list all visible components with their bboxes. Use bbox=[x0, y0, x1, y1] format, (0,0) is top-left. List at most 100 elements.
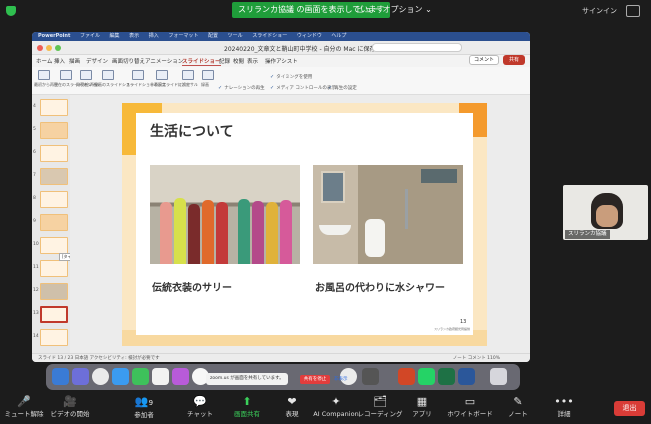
rehearse-icon[interactable] bbox=[182, 70, 194, 80]
facetime-icon[interactable] bbox=[132, 368, 149, 385]
slide-thumbnail-pane[interactable]: 4 5 6 7 8 9 10 11 12 13 14 bbox=[32, 95, 70, 353]
podcasts-icon[interactable] bbox=[172, 368, 189, 385]
play-current-icon[interactable] bbox=[60, 70, 72, 80]
tab-animations[interactable]: アニメーション bbox=[145, 57, 183, 65]
view-options-button[interactable]: ビュー オプション ⌄ bbox=[356, 2, 432, 18]
slide-thumbnail[interactable] bbox=[40, 168, 68, 185]
close-icon[interactable] bbox=[37, 45, 43, 51]
slide-thumbnail[interactable] bbox=[40, 237, 68, 254]
trash-icon[interactable] bbox=[490, 368, 507, 385]
maximize-icon[interactable] bbox=[55, 45, 61, 51]
chrome-icon[interactable] bbox=[92, 368, 109, 385]
checkbox-media-controls[interactable]: メディア コントロールの表示 bbox=[270, 85, 336, 91]
finder-icon[interactable] bbox=[52, 368, 69, 385]
slide-title[interactable]: 生活について bbox=[150, 121, 234, 141]
more-button[interactable]: ••• 詳細 bbox=[540, 394, 588, 424]
slide-thumbnail[interactable] bbox=[40, 191, 68, 208]
slide-thumbnail[interactable] bbox=[40, 99, 68, 116]
participant-video[interactable]: スリランカ協議 bbox=[563, 185, 648, 240]
checkbox-play-narration[interactable]: ナレーションの再生 bbox=[218, 85, 264, 91]
whiteboard-button[interactable]: ▭ ホワイトボード bbox=[446, 394, 494, 424]
start-video-button[interactable]: 🎥 ビデオの開始 bbox=[46, 394, 94, 424]
presenter-view-icon[interactable] bbox=[80, 70, 92, 80]
calendar-icon[interactable] bbox=[152, 368, 169, 385]
tab-slideshow[interactable]: スライドショー bbox=[182, 57, 221, 66]
menu-item[interactable]: 配置 bbox=[208, 33, 218, 39]
comment-button[interactable]: コメント bbox=[469, 55, 499, 65]
slide-thumbnail[interactable] bbox=[40, 283, 68, 300]
tab-tell-me[interactable]: 操作アシスト bbox=[265, 57, 298, 65]
photo-figure bbox=[280, 200, 292, 264]
menu-item[interactable]: PowerPoint bbox=[38, 33, 70, 39]
status-right[interactable]: ノート コメント 110% bbox=[453, 354, 500, 362]
slide-thumbnail[interactable] bbox=[40, 145, 68, 162]
slide-thumbnail[interactable] bbox=[40, 214, 68, 231]
excel-icon[interactable] bbox=[438, 368, 455, 385]
menu-item[interactable]: ヘルプ bbox=[331, 33, 346, 39]
tab-transitions[interactable]: 画面切り替え bbox=[112, 57, 145, 65]
notes-button[interactable]: ✎ ノート bbox=[494, 394, 542, 424]
menu-item[interactable]: ツール bbox=[228, 33, 243, 39]
participants-button[interactable]: 👥9 参加者 bbox=[120, 394, 168, 424]
menu-item[interactable]: スライドショー bbox=[252, 33, 287, 39]
menu-item[interactable]: 編集 bbox=[110, 33, 120, 39]
share-button[interactable]: 共有 bbox=[503, 55, 525, 65]
slide-canvas[interactable]: 生活について 伝統衣装のサリー お風呂の代わりに水シャワー 13 スリランカ政府… bbox=[70, 95, 530, 353]
caption-saree[interactable]: 伝統衣装のサリー bbox=[152, 279, 232, 294]
slide-thumbnail[interactable] bbox=[40, 329, 68, 346]
leave-button[interactable]: 退出 bbox=[614, 401, 645, 416]
checkbox-playback-settings[interactable]: 再生の設定 bbox=[328, 85, 357, 91]
stop-share-button[interactable]: 共有を停止 bbox=[300, 375, 330, 384]
saree-photo[interactable] bbox=[150, 165, 300, 264]
menu-item[interactable]: ファイル bbox=[80, 33, 100, 39]
tab-home[interactable]: ホーム bbox=[36, 57, 52, 65]
reactions-button[interactable]: ❤ 表現 bbox=[268, 394, 316, 424]
toolbar-label: 参加者 bbox=[134, 411, 154, 419]
apps-button[interactable]: ▦ アプリ bbox=[398, 394, 446, 424]
apps-icon: ▦ bbox=[416, 395, 428, 408]
sparkle-icon: ✦ bbox=[331, 395, 341, 408]
shower-photo[interactable] bbox=[313, 165, 463, 264]
photo-shower bbox=[405, 189, 408, 229]
participants-icon: 👥9 bbox=[120, 395, 168, 410]
menu-item[interactable]: 挿入 bbox=[149, 33, 159, 39]
tab-review[interactable]: 校閲 bbox=[233, 57, 244, 65]
word-icon[interactable] bbox=[458, 368, 475, 385]
slide-thumbnail[interactable] bbox=[40, 260, 68, 277]
hide-slide-icon[interactable] bbox=[156, 70, 168, 80]
play-from-start-icon[interactable] bbox=[38, 70, 50, 80]
tab-draw[interactable]: 描画 bbox=[69, 57, 80, 65]
minimize-icon[interactable] bbox=[46, 45, 52, 51]
ai-companion-button[interactable]: ✦ AI Companion bbox=[312, 394, 360, 424]
caption-shower[interactable]: お風呂の代わりに水シャワー bbox=[315, 279, 445, 294]
setup-show-icon[interactable] bbox=[132, 70, 144, 80]
record-icon[interactable] bbox=[202, 70, 214, 80]
share-screen-button[interactable]: ⬆ 画面共有 bbox=[223, 394, 271, 424]
tab-insert[interactable]: 挿入 bbox=[54, 57, 65, 65]
menu-item[interactable]: フォーマット bbox=[168, 33, 198, 39]
search-input[interactable] bbox=[372, 43, 462, 52]
tab-design[interactable]: デザイン bbox=[86, 57, 108, 65]
slide-thumbnail[interactable] bbox=[40, 122, 68, 139]
slide-thumbnail-active[interactable] bbox=[40, 306, 68, 323]
chat-button[interactable]: 💬 チャット bbox=[176, 394, 224, 424]
recording-button[interactable]: 🗂 レコーディング bbox=[356, 394, 404, 424]
tab-view[interactable]: 表示 bbox=[247, 57, 258, 65]
signin-button[interactable]: サインイン bbox=[582, 6, 617, 16]
whatsapp-icon[interactable] bbox=[418, 368, 435, 385]
checkbox-use-timings[interactable]: タイミングを使用 bbox=[270, 74, 312, 80]
slide[interactable]: 生活について 伝統衣装のサリー お風呂の代わりに水シャワー 13 スリランカ政府… bbox=[122, 103, 487, 346]
custom-show-icon[interactable] bbox=[102, 70, 114, 80]
menu-item[interactable]: 表示 bbox=[129, 33, 139, 39]
mail-icon[interactable] bbox=[112, 368, 129, 385]
hide-button[interactable]: 非表示 bbox=[334, 375, 348, 384]
fullscreen-icon[interactable] bbox=[626, 5, 640, 17]
tab-record[interactable]: 記録 bbox=[219, 57, 230, 65]
settings-icon[interactable] bbox=[362, 368, 379, 385]
mute-button[interactable]: 🎤 ミュート解除 bbox=[0, 394, 48, 424]
shield-icon[interactable] bbox=[6, 6, 16, 16]
photo-toilet bbox=[365, 219, 385, 257]
powerpoint-icon[interactable] bbox=[398, 368, 415, 385]
launchpad-icon[interactable] bbox=[72, 368, 89, 385]
menu-item[interactable]: ウィンドウ bbox=[297, 33, 322, 39]
